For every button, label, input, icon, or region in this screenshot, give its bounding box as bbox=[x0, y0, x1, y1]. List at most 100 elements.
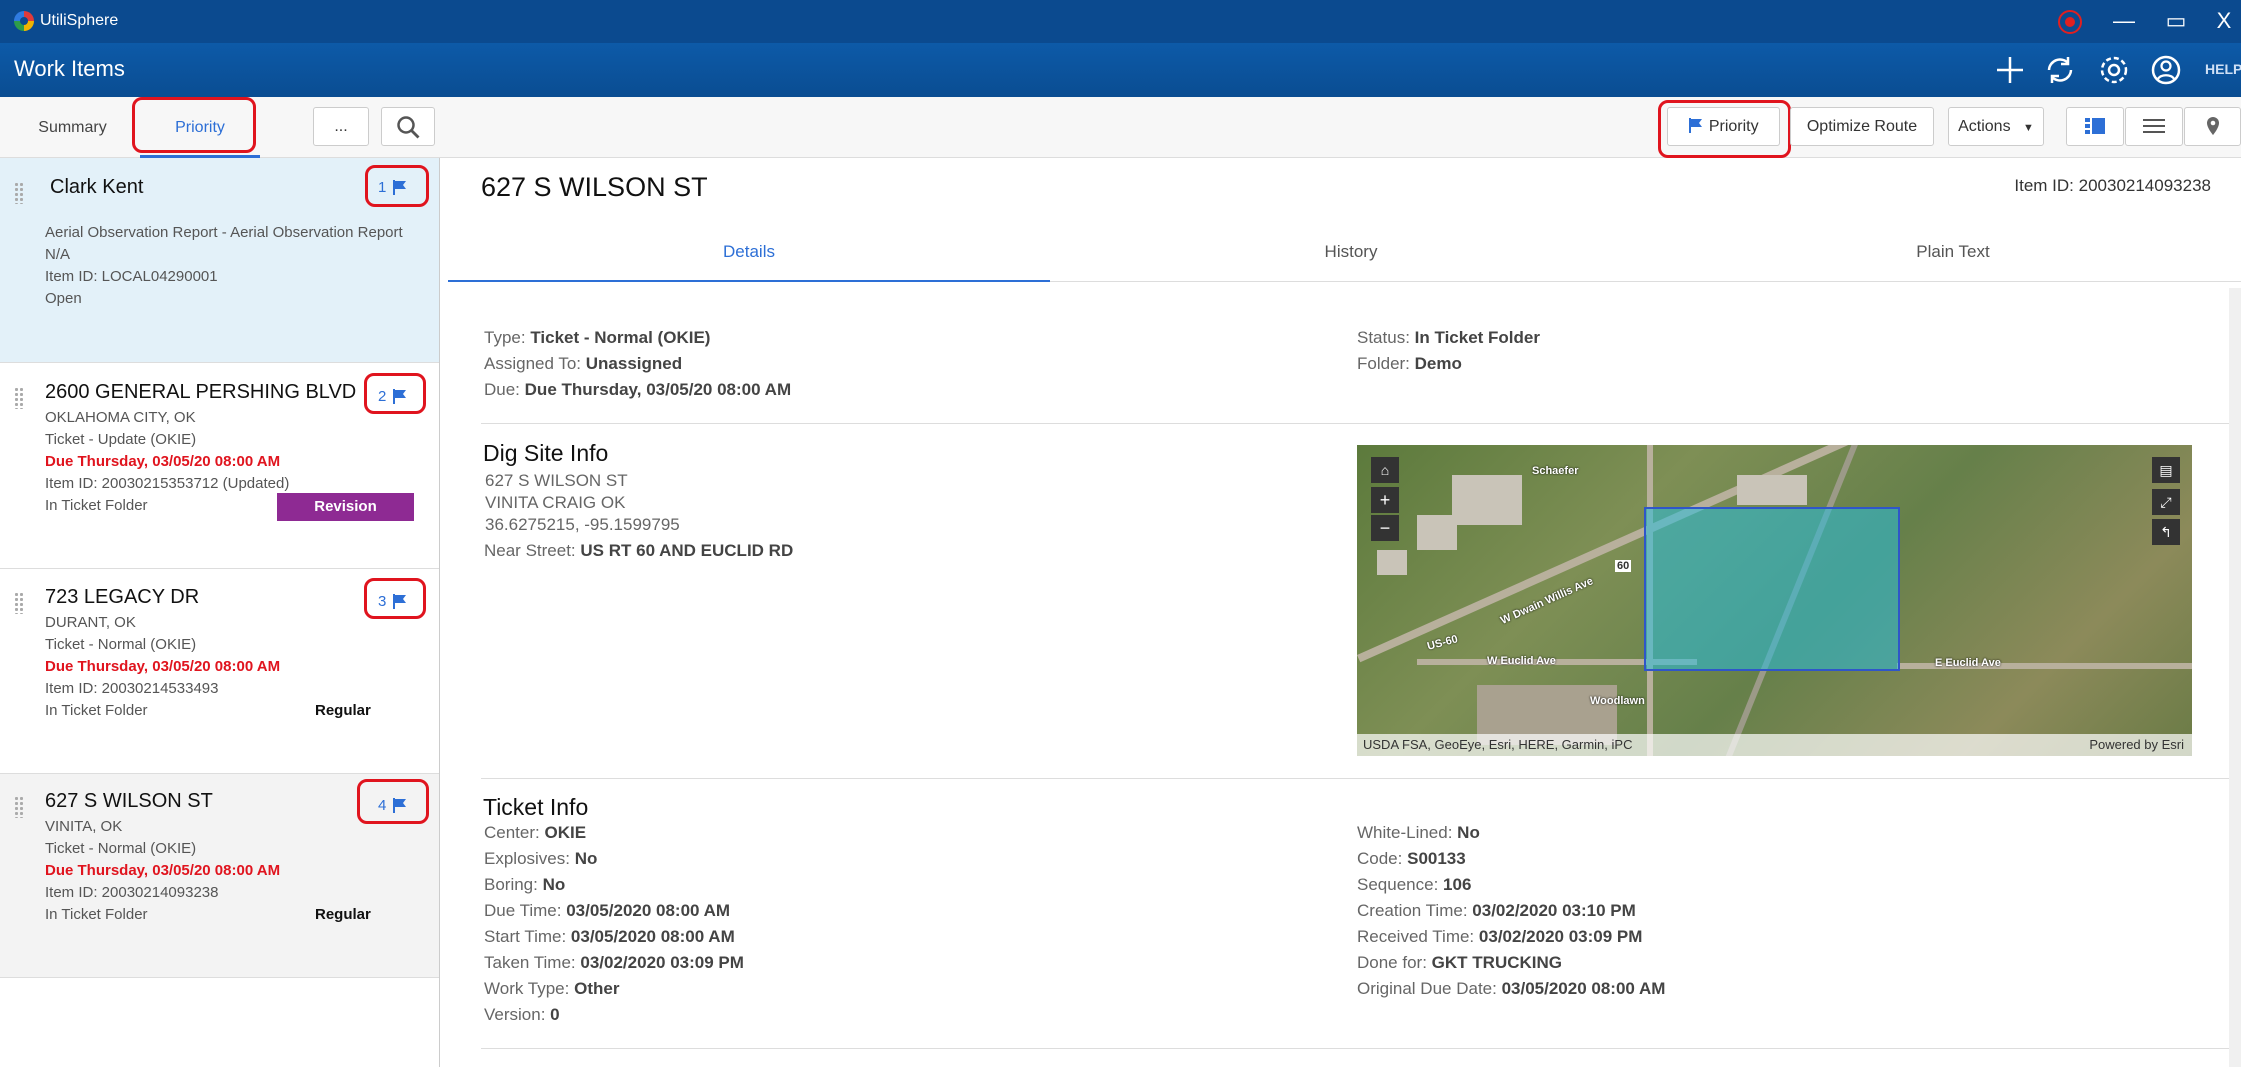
divider bbox=[481, 1048, 2231, 1049]
field-label: Due Time: bbox=[484, 901, 562, 920]
minimize-button[interactable]: — bbox=[2104, 6, 2144, 36]
field-status: Status: In Ticket Folder bbox=[1357, 328, 1540, 348]
divider bbox=[481, 778, 2231, 779]
dig-site-map[interactable]: Schaefer W Dwain Willis Ave W Euclid Ave… bbox=[1357, 445, 2192, 756]
settings-gear-icon[interactable] bbox=[2096, 53, 2132, 87]
maximize-button[interactable]: ▭ bbox=[2156, 6, 2196, 36]
field-label: Near Street: bbox=[484, 541, 576, 560]
dig-site-address: 627 S WILSON ST bbox=[485, 471, 628, 490]
field-value: 03/05/2020 08:00 AM bbox=[566, 901, 731, 920]
app-logo-icon bbox=[14, 11, 34, 31]
app-header: Work Items HELP bbox=[0, 43, 2241, 97]
field-value: Due Thursday, 03/05/20 08:00 AM bbox=[524, 380, 792, 399]
tab-summary[interactable]: Summary bbox=[20, 97, 125, 158]
toolbar: Summary Priority ... Priority Optimize R… bbox=[0, 97, 2241, 158]
field-label: Start Time: bbox=[484, 927, 567, 946]
item-type: Ticket - Normal (OKIE) bbox=[45, 636, 197, 653]
actions-dropdown[interactable]: Actions ▼ bbox=[1948, 107, 2044, 146]
item-title: Clark Kent bbox=[50, 176, 144, 198]
map-zoom-out-button[interactable]: − bbox=[1371, 515, 1399, 541]
map-fullscreen-button[interactable]: ⤢ bbox=[2152, 489, 2180, 515]
highlight-box bbox=[1658, 100, 1791, 158]
field-label: Received Time: bbox=[1357, 927, 1475, 946]
map-label: Woodlawn bbox=[1590, 695, 1645, 707]
user-account-icon[interactable] bbox=[2148, 53, 2184, 87]
item-due: Due Thursday, 03/05/20 08:00 AM bbox=[45, 658, 281, 675]
item-id: Item ID: 20030214093238 bbox=[45, 884, 219, 901]
item-title: 2600 GENERAL PERSHING BLVD bbox=[45, 381, 357, 403]
list-item[interactable]: 2600 GENERAL PERSHING BLVD 2 OKLAHOMA CI… bbox=[0, 365, 439, 569]
field-label: Work Type: bbox=[484, 979, 570, 998]
list-item[interactable]: 723 LEGACY DR 3 DURANT, OK Ticket - Norm… bbox=[0, 570, 439, 774]
highlight-box bbox=[365, 165, 429, 207]
drag-handle-icon[interactable] bbox=[14, 387, 24, 409]
sync-icon[interactable] bbox=[2042, 53, 2078, 87]
map-label: Schaefer bbox=[1532, 465, 1579, 477]
dig-site-city: VINITA CRAIG OK bbox=[485, 493, 626, 512]
map-powered-by[interactable]: Powered by Esri bbox=[2089, 734, 2184, 756]
map-label: W Euclid Ave bbox=[1487, 655, 1556, 667]
optimize-route-button[interactable]: Optimize Route bbox=[1790, 107, 1934, 146]
drag-handle-icon[interactable] bbox=[14, 592, 24, 614]
field-label: Explosives: bbox=[484, 849, 570, 868]
map-layers-button[interactable]: ▤ bbox=[2152, 457, 2180, 483]
item-id: Item ID: LOCAL04290001 bbox=[45, 268, 218, 285]
app-title: UtiliSphere bbox=[40, 12, 119, 29]
drag-handle-icon[interactable] bbox=[14, 796, 24, 818]
item-due: Due Thursday, 03/05/20 08:00 AM bbox=[45, 862, 281, 879]
field-label: White-Lined: bbox=[1357, 823, 1453, 842]
field-original-due-date: Original Due Date: 03/05/2020 08:00 AM bbox=[1357, 979, 1665, 999]
drag-handle-icon[interactable] bbox=[14, 182, 24, 204]
record-icon[interactable] bbox=[2058, 10, 2082, 34]
tab-plain-text[interactable]: Plain Text bbox=[1652, 232, 2241, 282]
detail-tabs: Details History Plain Text bbox=[448, 232, 2241, 282]
field-value: S00133 bbox=[1407, 849, 1466, 868]
item-description: Aerial Observation Report - Aerial Obser… bbox=[45, 224, 403, 241]
tab-history[interactable]: History bbox=[1050, 232, 1652, 282]
field-value: 03/02/2020 03:09 PM bbox=[580, 953, 744, 972]
more-button[interactable]: ... bbox=[313, 107, 369, 146]
field-label: Boring: bbox=[484, 875, 538, 894]
list-view-button[interactable] bbox=[2125, 107, 2183, 146]
map-pin-icon bbox=[2206, 117, 2219, 135]
map-view-button[interactable] bbox=[2184, 107, 2241, 146]
split-view-button[interactable] bbox=[2066, 107, 2124, 146]
map-zoom-in-button[interactable]: + bbox=[1371, 487, 1399, 513]
field-type: Type: Ticket - Normal (OKIE) bbox=[484, 328, 710, 348]
divider bbox=[481, 423, 2231, 424]
field-sequence: Sequence: 106 bbox=[1357, 875, 1471, 895]
item-type: Ticket - Update (OKIE) bbox=[45, 431, 197, 448]
help-link[interactable]: HELP bbox=[2205, 61, 2241, 77]
dig-site-heading: Dig Site Info bbox=[483, 440, 609, 466]
map-home-button[interactable]: ⌂ bbox=[1371, 457, 1399, 483]
item-title: 723 LEGACY DR bbox=[45, 586, 200, 608]
field-work-type: Work Type: Other bbox=[484, 979, 619, 999]
list-item[interactable]: 627 S WILSON ST 4 VINITA, OK Ticket - No… bbox=[0, 774, 439, 978]
field-taken-time: Taken Time: 03/02/2020 03:09 PM bbox=[484, 953, 744, 973]
field-value: 03/05/2020 08:00 AM bbox=[1501, 979, 1666, 998]
field-value: 03/02/2020 03:10 PM bbox=[1472, 901, 1636, 920]
close-button[interactable]: X bbox=[2204, 6, 2241, 36]
tab-details[interactable]: Details bbox=[448, 232, 1050, 282]
dig-site-polygon[interactable] bbox=[1644, 507, 1900, 671]
regular-badge: Regular bbox=[315, 702, 371, 719]
field-due: Due: Due Thursday, 03/05/20 08:00 AM bbox=[484, 380, 791, 400]
detail-pane: 627 S WILSON ST Item ID: 20030214093238 … bbox=[441, 158, 2241, 1067]
revision-badge: Revision bbox=[277, 493, 414, 521]
field-near-street: Near Street: US RT 60 AND EUCLID RD bbox=[484, 541, 793, 561]
list-item[interactable]: Clark Kent 1 Aerial Observation Report -… bbox=[0, 158, 439, 363]
field-explosives: Explosives: No bbox=[484, 849, 597, 869]
window-titlebar: UtiliSphere — ▭ X bbox=[0, 0, 2241, 43]
item-title: 627 S WILSON ST bbox=[45, 790, 213, 812]
field-label: Center: bbox=[484, 823, 540, 842]
page-title: Work Items bbox=[14, 56, 125, 81]
detail-scrollbar[interactable] bbox=[2229, 288, 2241, 1067]
add-icon[interactable] bbox=[1992, 53, 2028, 87]
field-value: Demo bbox=[1414, 354, 1462, 373]
search-button[interactable] bbox=[381, 107, 435, 146]
field-label: Done for: bbox=[1357, 953, 1427, 972]
map-locate-button[interactable]: ↰ bbox=[2152, 519, 2180, 545]
field-value: OKIE bbox=[544, 823, 587, 842]
field-value: 106 bbox=[1443, 875, 1472, 894]
field-start-time: Start Time: 03/05/2020 08:00 AM bbox=[484, 927, 735, 947]
